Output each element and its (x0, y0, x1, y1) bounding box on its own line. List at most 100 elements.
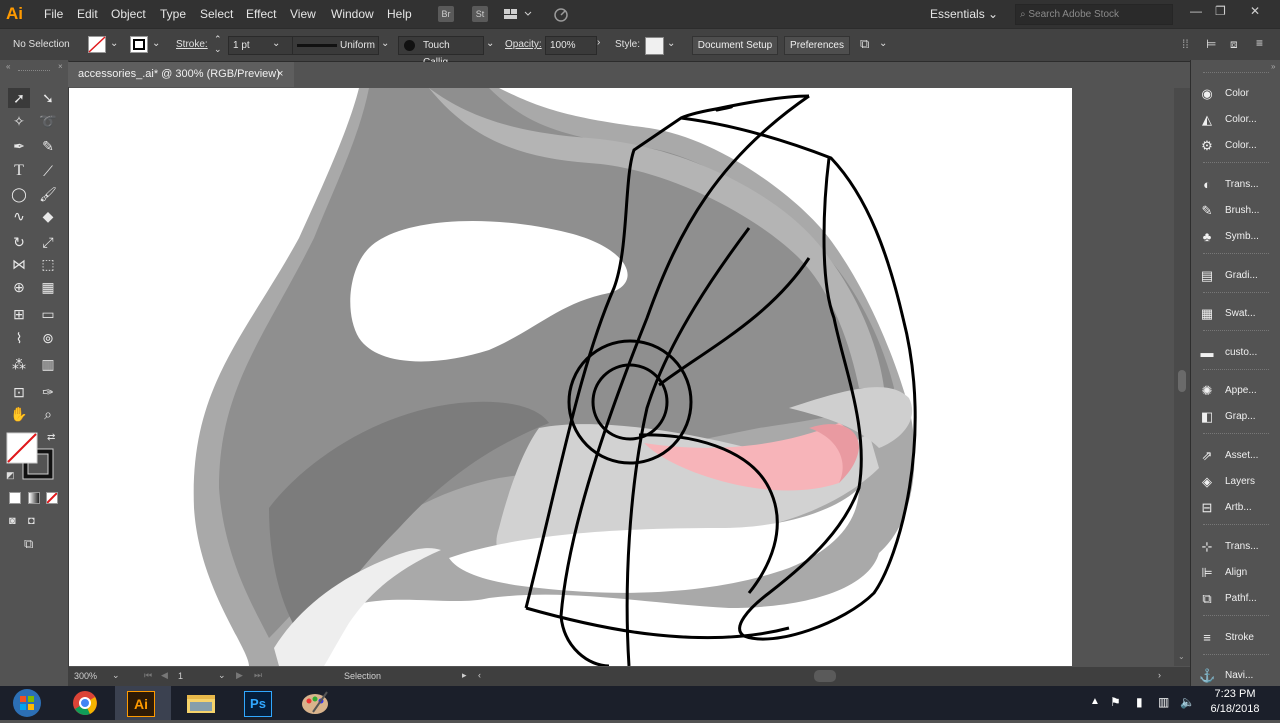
panel-transparency[interactable]: ◐ Trans... (1191, 172, 1280, 198)
screen-mode-icon[interactable]: ⧉ (24, 536, 33, 552)
selection-tool-icon[interactable]: ➚ (8, 88, 30, 108)
opacity-field[interactable]: 100% (545, 36, 597, 55)
gradient-tool-icon[interactable]: ▭ (37, 304, 59, 324)
search-stock-input[interactable]: ⌕ Search Adobe Stock (1015, 4, 1173, 25)
menu-effect[interactable]: Effect (246, 7, 276, 21)
restore-button[interactable]: ❐ (1215, 4, 1226, 18)
eraser-tool-icon[interactable]: ◆ (37, 206, 59, 226)
show-hidden-icons-icon[interactable]: ▲ (1090, 696, 1100, 707)
file-explorer-taskbar-icon[interactable] (172, 686, 228, 720)
panel-symbols[interactable]: ♣ Symb... (1191, 224, 1280, 250)
line-segment-tool-icon[interactable]: ⟋ (37, 161, 59, 181)
panel-asset-export[interactable]: ⇗ Asset... (1191, 443, 1280, 469)
minimize-button[interactable]: — (1190, 4, 1202, 18)
perspective-grid-tool-icon[interactable]: ▦ (37, 277, 59, 297)
blend-tool-icon[interactable]: ⊚ (37, 328, 59, 348)
stroke-swatch[interactable] (130, 36, 148, 53)
opacity-label[interactable]: Opacity: (505, 39, 542, 50)
stroke-weight-dropdown-icon[interactable]: ⌄ (272, 38, 280, 49)
width-tool-icon[interactable]: ⋈ (8, 254, 30, 274)
zoom-dropdown-icon[interactable]: ⌄ (112, 670, 120, 681)
pen-tool-icon[interactable]: ✒ (8, 136, 30, 156)
magic-wand-tool-icon[interactable]: ✧ (8, 111, 30, 131)
gpu-performance-icon[interactable] (551, 6, 571, 22)
arrange-dropdown-icon[interactable]: ⌄ (879, 38, 887, 49)
panel-brushes[interactable]: ✎ Brush... (1191, 198, 1280, 224)
menu-file[interactable]: File (44, 7, 63, 21)
first-artboard-icon[interactable]: ⏮ (144, 670, 152, 681)
none-mode-icon[interactable] (46, 492, 58, 504)
shaper-tool-icon[interactable]: ∿ (8, 206, 30, 226)
zoom-level[interactable]: 300% (74, 671, 97, 681)
expand-panels-icon[interactable]: » (1271, 62, 1275, 71)
gradient-mode-icon[interactable] (28, 492, 40, 504)
last-artboard-icon[interactable]: ⏭ (254, 670, 262, 681)
vertical-scrollbar[interactable]: ⌄ (1174, 88, 1190, 666)
panel-color-guide[interactable]: ◭ Color... (1191, 107, 1280, 133)
stroke-dropdown-icon[interactable]: ⌄ (152, 38, 160, 49)
artboard-tool-icon[interactable]: ⊡ (8, 382, 30, 402)
menu-select[interactable]: Select (200, 7, 233, 21)
panel-pathfinder[interactable]: ⧉ Pathf... (1191, 586, 1280, 612)
column-graph-tool-icon[interactable]: ▥ (37, 354, 59, 374)
shape-builder-tool-icon[interactable]: ⊕ (8, 277, 30, 297)
direct-selection-tool-icon[interactable]: ➘ (37, 88, 59, 108)
panel-menu-icon[interactable]: ≡ (1256, 36, 1263, 50)
stock-button[interactable]: St (472, 6, 488, 22)
taskbar-clock[interactable]: 7:23 PM 6/18/2018 (1200, 687, 1270, 717)
bridge-button[interactable]: Br (438, 6, 454, 22)
menu-type[interactable]: Type (160, 7, 186, 21)
arrange-icon[interactable]: ⧉ (860, 36, 869, 52)
paint-taskbar-icon[interactable] (287, 686, 343, 720)
brush-dropdown-icon[interactable]: ⌄ (486, 38, 494, 49)
zoom-tool-icon[interactable]: ⌕ (37, 404, 59, 424)
collapse-tools-icon[interactable]: « (6, 62, 10, 71)
panel-align[interactable]: ⊫ Align (1191, 560, 1280, 586)
draw-normal-icon[interactable]: ◙ (9, 515, 16, 527)
chrome-taskbar-icon[interactable] (57, 686, 113, 720)
fill-swatch[interactable] (88, 36, 106, 53)
vertical-scroll-thumb[interactable] (1178, 370, 1186, 392)
horizontal-scroll-thumb[interactable] (814, 670, 836, 682)
volume-icon[interactable]: 🔈 (1180, 695, 1195, 709)
panel-artboards[interactable]: ⊟ Artb... (1191, 495, 1280, 521)
slice-tool-icon[interactable]: ✑ (37, 382, 59, 402)
ellipse-tool-icon[interactable]: ◯ (8, 184, 30, 204)
profile-dropdown-icon[interactable]: ⌄ (381, 38, 389, 49)
color-mode-icon[interactable] (9, 492, 21, 504)
scroll-right-icon[interactable]: › (1158, 670, 1161, 680)
default-fill-stroke-icon[interactable]: ◩ (6, 470, 15, 481)
symbol-sprayer-tool-icon[interactable]: ⁂ (8, 354, 30, 374)
status-menu-icon[interactable]: ▸ (462, 670, 467, 681)
swap-fill-stroke-icon[interactable]: ⇄ (47, 432, 55, 443)
align-options-icon[interactable]: ⁞⁞ (1182, 37, 1189, 51)
menu-object[interactable]: Object (111, 7, 146, 21)
artboard-canvas[interactable] (69, 88, 1072, 666)
next-artboard-icon[interactable]: ▶ (236, 670, 243, 681)
illustrator-taskbar-icon[interactable]: Ai (115, 686, 171, 720)
rotate-tool-icon[interactable]: ↻ (8, 232, 30, 252)
panel-appearance[interactable]: ✺ Appe... (1191, 378, 1280, 404)
close-document-icon[interactable]: × (277, 62, 283, 87)
panel-swatches[interactable]: ▦ Swat... (1191, 301, 1280, 327)
battery-icon[interactable]: ▮ (1136, 695, 1143, 709)
panel-stroke[interactable]: ≡ Stroke (1191, 625, 1280, 651)
close-window-button[interactable]: ✕ (1250, 4, 1260, 18)
hand-tool-icon[interactable]: ✋ (8, 404, 30, 424)
opacity-arrow-icon[interactable]: › (597, 37, 600, 48)
preferences-button[interactable]: Preferences (784, 36, 850, 55)
mesh-tool-icon[interactable]: ⊞ (8, 304, 30, 324)
workspace-switcher[interactable]: Essentials ⌄ (930, 7, 998, 21)
menu-view[interactable]: View (290, 7, 316, 21)
menu-help[interactable]: Help (387, 7, 412, 21)
style-dropdown-icon[interactable]: ⌄ (667, 38, 675, 49)
artboard-number[interactable]: 1 (178, 671, 183, 681)
scroll-down-icon[interactable]: ⌄ (1178, 652, 1185, 661)
panel-graphic-styles[interactable]: ◧ Grap... (1191, 404, 1280, 430)
windows-start-button[interactable] (0, 686, 56, 720)
free-transform-tool-icon[interactable]: ⬚ (37, 254, 59, 274)
lasso-tool-icon[interactable]: ➰ (37, 111, 59, 131)
align-icon[interactable]: ⊨ (1206, 37, 1216, 51)
action-center-flag-icon[interactable]: ⚑ (1110, 695, 1121, 709)
graphic-style-swatch[interactable] (645, 37, 664, 55)
